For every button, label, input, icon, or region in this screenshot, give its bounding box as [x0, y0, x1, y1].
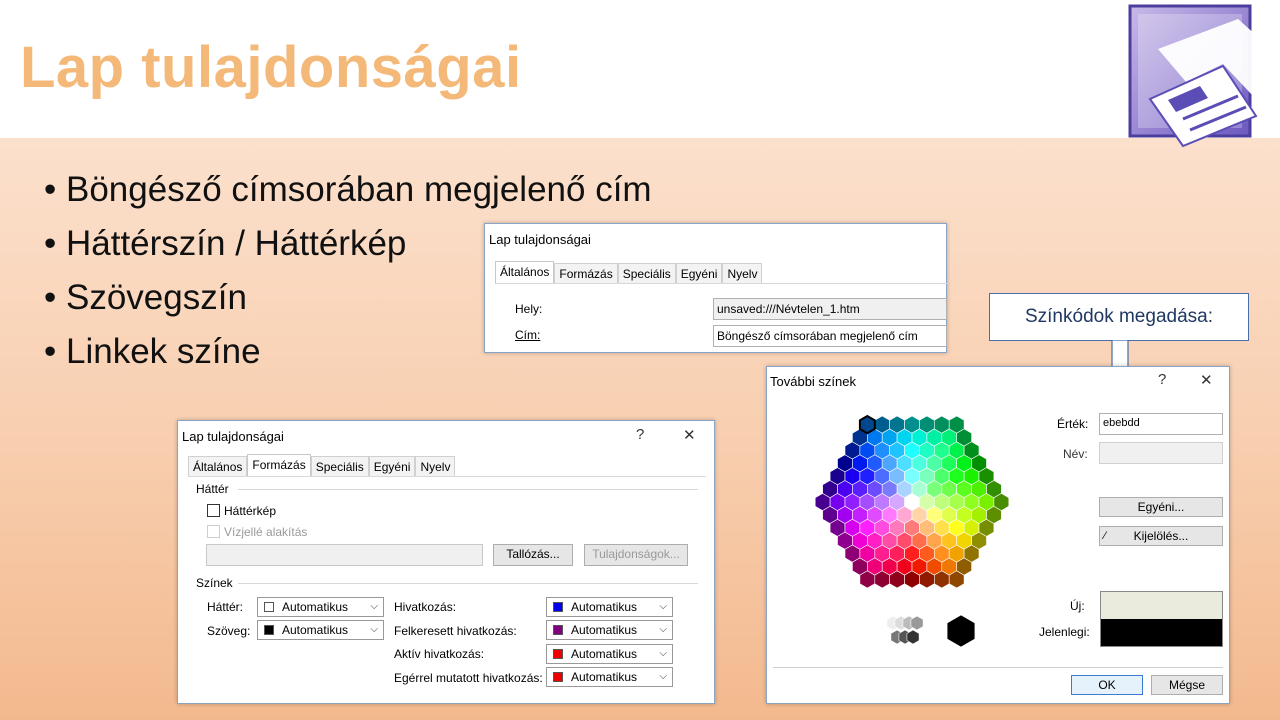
ok-button[interactable]: OK	[1071, 675, 1143, 695]
szinek-group-line	[238, 583, 698, 584]
nev-input[interactable]	[1099, 442, 1223, 464]
chevron-down-icon: ⌵	[370, 624, 378, 635]
callout-box: Színkódok megadása:	[989, 293, 1249, 341]
select-value: Automatikus	[571, 623, 638, 637]
dialog-title: Lap tulajdonságai	[489, 232, 591, 247]
tab-bar: Általános Formázás Speciális Egyéni Nyel…	[495, 261, 763, 283]
cim-label: Cím:	[515, 328, 541, 342]
tab-nyelv[interactable]: Nyelv	[415, 456, 456, 476]
hatter-color-select[interactable]: Automatikus ⌵	[257, 597, 384, 617]
tab-egyeni[interactable]: Egyéni	[368, 456, 416, 476]
select-value: Automatikus	[282, 600, 349, 614]
hatter-group-line	[238, 489, 698, 490]
help-button[interactable]: ?	[1158, 371, 1166, 388]
select-value: Automatikus	[571, 600, 638, 614]
tab-formazas[interactable]: Formázás	[247, 454, 311, 476]
hatterkep-path-input[interactable]	[206, 544, 483, 566]
felkeresett-label: Felkeresett hivatkozás:	[394, 624, 517, 638]
current-color-swatch	[1101, 619, 1222, 646]
tab-nyelv[interactable]: Nyelv	[722, 263, 763, 283]
aktiv-color-select[interactable]: Automatikus ⌵	[546, 644, 673, 664]
egyeni-button[interactable]: Egyéni...	[1099, 497, 1223, 517]
megse-button[interactable]: Mégse	[1151, 675, 1223, 695]
hatterkep-checkbox[interactable]	[207, 504, 220, 517]
chevron-down-icon: ⌵	[659, 624, 667, 635]
bullet-item: Böngésző címsorában megjelenő cím	[44, 168, 652, 222]
kijeloles-label: Kijelölés...	[1133, 529, 1189, 543]
jelenlegi-label: Jelenlegi:	[1039, 625, 1090, 639]
footer-divider	[773, 667, 1223, 668]
new-color-swatch	[1101, 592, 1222, 619]
select-value: Automatikus	[282, 623, 349, 637]
tab-altalanos[interactable]: Általános	[188, 456, 248, 476]
hivatkozas-color-select[interactable]: Automatikus ⌵	[546, 597, 673, 617]
hatter-label: Háttér:	[207, 600, 244, 614]
grayscale-swatches[interactable]	[843, 611, 983, 651]
szoveg-label: Szöveg:	[207, 624, 251, 638]
color-swatch	[264, 625, 274, 635]
tab-specialis[interactable]: Speciális	[617, 263, 676, 283]
chevron-down-icon: ⌵	[370, 601, 378, 612]
slide-title: Lap tulajdonságai	[20, 35, 522, 100]
chevron-down-icon: ⌵	[659, 648, 667, 659]
select-value: Automatikus	[571, 670, 638, 684]
page-properties-dialog-formatting: Lap tulajdonságai ? ✕ Általános Formázás…	[177, 420, 715, 704]
close-icon[interactable]: ✕	[1200, 371, 1213, 389]
nev-label: Név:	[1063, 447, 1088, 461]
tallozas-button[interactable]: Tallózás...	[493, 544, 573, 566]
aktiv-label: Aktív hivatkozás:	[394, 647, 485, 661]
tab-altalanos[interactable]: Általános	[495, 261, 555, 283]
hatterkep-label: Háttérkép	[224, 504, 277, 518]
tulajdonsagok-button[interactable]: Tulajdonságok...	[584, 544, 688, 566]
sharepoint-designer-logo-icon	[1128, 4, 1266, 148]
select-value: Automatikus	[571, 647, 638, 661]
tab-bar: Általános Formázás Speciális Egyéni Nyel…	[188, 454, 456, 476]
help-button[interactable]: ?	[636, 426, 644, 443]
close-icon[interactable]: ✕	[683, 426, 696, 444]
uj-label: Új:	[1070, 599, 1085, 613]
vizjel-checkbox[interactable]	[207, 525, 220, 538]
hivatkozas-label: Hivatkozás:	[394, 600, 457, 614]
gray-cell[interactable]	[844, 614, 874, 648]
eyedropper-icon: ∕	[1104, 530, 1106, 542]
szinek-group-label: Színek	[196, 576, 233, 590]
tab-border	[495, 283, 947, 284]
ertek-input[interactable]: ebebdd	[1099, 413, 1223, 435]
felkeresett-color-select[interactable]: Automatikus ⌵	[546, 620, 673, 640]
ertek-label: Érték:	[1057, 417, 1089, 431]
tab-egyeni[interactable]: Egyéni	[675, 263, 723, 283]
hatter-group-label: Háttér	[196, 482, 229, 496]
color-swatch	[264, 602, 274, 612]
tab-border	[188, 476, 706, 477]
egerrel-color-select[interactable]: Automatikus ⌵	[546, 667, 673, 687]
color-honeycomb[interactable]	[807, 407, 1017, 597]
color-swatch	[553, 672, 563, 682]
szoveg-color-select[interactable]: Automatikus ⌵	[257, 620, 384, 640]
page-properties-dialog-general: Lap tulajdonságai Általános Formázás Spe…	[484, 223, 947, 353]
gray-cell[interactable]	[946, 614, 976, 648]
dialog-title: Lap tulajdonságai	[182, 429, 284, 444]
hely-field: unsaved:///Névtelen_1.htm	[713, 298, 947, 320]
color-swatch	[553, 602, 563, 612]
tab-specialis[interactable]: Speciális	[310, 456, 369, 476]
chevron-down-icon: ⌵	[659, 671, 667, 682]
hely-label: Hely:	[515, 302, 543, 316]
color-swatch	[553, 625, 563, 635]
color-preview	[1100, 591, 1223, 647]
tab-formazas[interactable]: Formázás	[554, 263, 618, 283]
egerrel-label: Egérrel mutatott hivatkozás:	[394, 671, 543, 685]
dialog-title: További színek	[770, 374, 856, 389]
kijeloles-button[interactable]: ∕ Kijelölés...	[1099, 526, 1223, 546]
vizjel-label: Vízjellé alakítás	[224, 525, 308, 539]
more-colors-dialog: További színek ? ✕ Érték: ebebdd Név: Eg…	[766, 366, 1230, 704]
color-swatch	[553, 649, 563, 659]
chevron-down-icon: ⌵	[659, 601, 667, 612]
cim-input[interactable]: Böngésző címsorában megjelenő cím	[713, 325, 947, 347]
